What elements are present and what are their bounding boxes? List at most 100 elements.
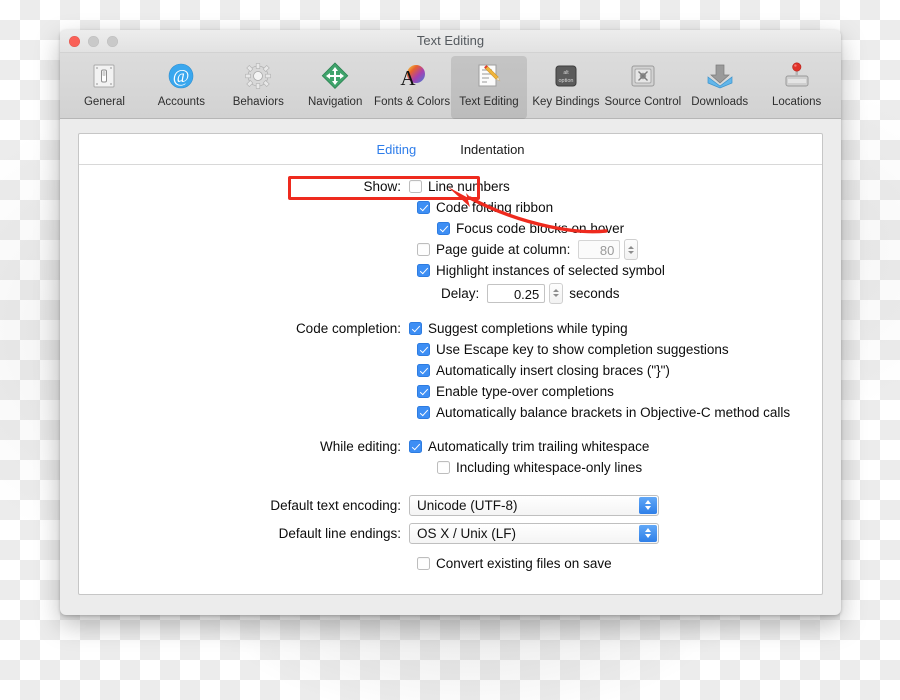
toolbar-item-label: Text Editing [459, 96, 519, 108]
type-over-completions-label: Enable type-over completions [436, 384, 614, 399]
page-guide-column-field[interactable]: 80 [578, 240, 621, 259]
page-guide-label: Page guide at column: [436, 242, 571, 257]
toolbar-item-label: Navigation [308, 96, 363, 108]
line-numbers-control[interactable]: Line numbers [409, 179, 510, 194]
window-title: Text Editing [416, 33, 485, 48]
tab-indentation[interactable]: Indentation [454, 142, 530, 157]
suggest-completions-label: Suggest completions while typing [428, 321, 628, 336]
balance-brackets-checkbox[interactable] [417, 406, 430, 419]
toolbar-item-text-editing[interactable]: Text Editing [450, 56, 528, 119]
row-cc-typeover: Enable type-over completions [79, 381, 822, 402]
closing-braces-checkbox[interactable] [417, 364, 430, 377]
convert-existing-files-label: Convert existing files on save [436, 556, 612, 571]
cc-balance-control[interactable]: Automatically balance brackets in Object… [79, 405, 790, 420]
trim-whitespace-control[interactable]: Automatically trim trailing whitespace [409, 439, 649, 454]
safe-icon [604, 59, 681, 93]
switch-icon [66, 59, 143, 93]
toolbar-item-general[interactable]: General [66, 56, 143, 109]
balance-brackets-label: Automatically balance brackets in Object… [436, 405, 791, 420]
delay-stepper[interactable] [549, 282, 564, 304]
toolbar-item-label: Fonts & Colors [374, 96, 451, 108]
text-encoding-value: Unicode (UTF-8) [417, 497, 518, 513]
escape-key-checkbox[interactable] [417, 343, 430, 356]
hard-drive-icon [758, 59, 835, 93]
while-editing-label: While editing: [319, 439, 401, 454]
suggest-completions-checkbox[interactable] [409, 322, 422, 335]
toolbar-item-label: Source Control [604, 96, 682, 108]
toolbar-item-source-control[interactable]: Source Control [604, 56, 681, 109]
row-including-whitespace-only: Including whitespace-only lines [79, 457, 822, 478]
chevron-updown-icon [639, 496, 657, 514]
row-focus-code-blocks: Focus code blocks on hover [79, 218, 822, 239]
delay-field[interactable]: 0.25 [487, 283, 546, 303]
highlight-instances-control[interactable]: Highlight instances of selected symbol [79, 263, 665, 278]
cc-typeover-control[interactable]: Enable type-over completions [79, 384, 614, 399]
svg-text:@: @ [173, 66, 190, 86]
including-whitespace-control[interactable]: Including whitespace-only lines [79, 460, 642, 475]
cc-suggest-control[interactable]: Suggest completions while typing [409, 321, 628, 336]
text-encoding-control[interactable]: Unicode (UTF-8) [409, 494, 659, 516]
toolbar-item-label: Behaviors [232, 96, 284, 108]
page-guide-checkbox[interactable] [417, 243, 430, 256]
text-encoding-popup[interactable]: Unicode (UTF-8) [409, 494, 659, 516]
font-color-icon: A [374, 59, 451, 93]
page-guide-stepper[interactable] [624, 239, 639, 260]
toolbar-item-label: Downloads [691, 96, 749, 108]
tab-editing[interactable]: Editing [370, 142, 422, 157]
type-over-completions-checkbox[interactable] [417, 385, 430, 398]
trim-trailing-whitespace-label: Automatically trim trailing whitespace [428, 439, 650, 454]
toolbar-item-fonts-and-colors[interactable]: A Fonts & Colors [374, 56, 451, 109]
page-guide-control[interactable]: Page guide at column: 80 [79, 239, 639, 260]
toolbar-item-behaviors[interactable]: Behaviors [220, 56, 297, 109]
row-delay: Delay: 0.25 seconds [79, 281, 822, 305]
line-endings-value: OS X / Unix (LF) [417, 525, 517, 541]
row-code-folding-ribbon: Code folding ribbon [79, 197, 822, 218]
cc-escape-control[interactable]: Use Escape key to show completion sugges… [79, 342, 729, 357]
toolbar-item-label: Locations [771, 96, 822, 108]
page-pencil-icon [451, 59, 528, 93]
delay-label: Delay: [441, 285, 480, 301]
code-folding-control[interactable]: Code folding ribbon [79, 200, 553, 215]
convert-on-save-control[interactable]: Convert existing files on save [79, 556, 612, 571]
cc-braces-control[interactable]: Automatically insert closing braces ("}"… [79, 363, 670, 378]
download-tray-icon [681, 59, 758, 93]
preferences-window: Text Editing General @ Accounts Behavior… [60, 30, 841, 615]
code-folding-ribbon-label: Code folding ribbon [436, 200, 554, 215]
line-endings-popup[interactable]: OS X / Unix (LF) [409, 522, 659, 544]
window-titlebar[interactable]: Text Editing [60, 30, 841, 53]
row-cc-balance: Automatically balance brackets in Object… [79, 402, 822, 423]
including-whitespace-only-checkbox[interactable] [437, 461, 450, 474]
highlight-instances-checkbox[interactable] [417, 264, 430, 277]
focus-code-blocks-control[interactable]: Focus code blocks on hover [79, 221, 624, 236]
delay-control: Delay: 0.25 seconds [79, 282, 620, 304]
closing-braces-label: Automatically insert closing braces ("}"… [436, 363, 670, 378]
row-highlight-instances: Highlight instances of selected symbol [79, 260, 822, 281]
toolbar-item-navigation[interactable]: Navigation [297, 56, 374, 109]
code-completion-label: Code completion: [295, 321, 401, 336]
row-text-encoding: Default text encoding: Unicode (UTF-8) [79, 491, 822, 519]
row-cc-braces: Automatically insert closing braces ("}"… [79, 360, 822, 381]
row-cc-escape: Use Escape key to show completion sugges… [79, 339, 822, 360]
toolbar-item-locations[interactable]: Locations [758, 56, 835, 109]
highlight-instances-label: Highlight instances of selected symbol [436, 263, 665, 278]
line-numbers-checkbox[interactable] [409, 180, 422, 193]
trim-trailing-whitespace-checkbox[interactable] [409, 440, 422, 453]
chevron-updown-icon [639, 524, 657, 542]
toolbar-item-label: Accounts [157, 96, 206, 108]
escape-key-label: Use Escape key to show completion sugges… [436, 342, 729, 357]
gear-icon [220, 59, 297, 93]
row-show-line-numbers: Show: Line numbers [79, 176, 822, 197]
line-endings-control[interactable]: OS X / Unix (LF) [409, 522, 659, 544]
delay-unit-label: seconds [569, 285, 620, 301]
row-while-editing: While editing: Automatically trim traili… [79, 436, 822, 457]
code-folding-ribbon-checkbox[interactable] [417, 201, 430, 214]
focus-code-blocks-checkbox[interactable] [437, 222, 450, 235]
toolbar-item-downloads[interactable]: Downloads [681, 56, 758, 109]
toolbar-item-accounts[interactable]: @ Accounts [143, 56, 220, 109]
toolbar-item-key-bindings[interactable]: alt option Key Bindings [527, 56, 604, 109]
convert-existing-files-checkbox[interactable] [417, 557, 430, 570]
including-whitespace-only-label: Including whitespace-only lines [456, 460, 643, 475]
row-code-completion: Code completion: Suggest completions whi… [79, 318, 822, 339]
toolbar-item-label: Key Bindings [532, 96, 600, 108]
svg-text:option: option [558, 78, 573, 84]
